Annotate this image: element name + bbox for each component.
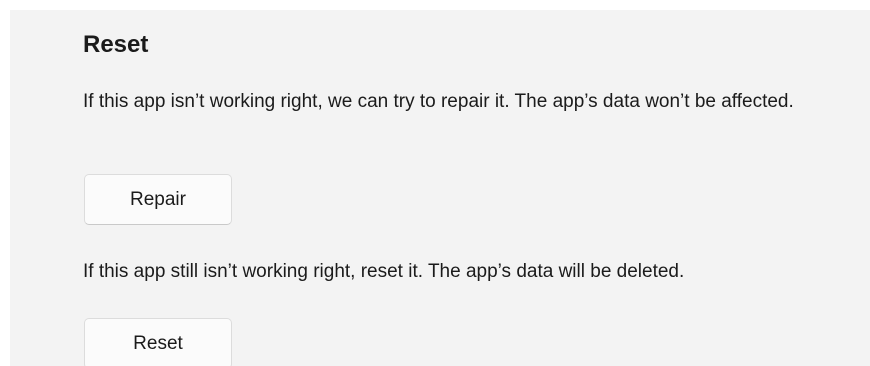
repair-button[interactable]: Repair — [84, 174, 232, 225]
reset-description: If this app still isn’t working right, r… — [83, 261, 685, 282]
section-title: Reset — [83, 31, 149, 58]
repair-description: If this app isn’t working right, we can … — [83, 91, 794, 112]
reset-settings-panel: Reset If this app isn’t working right, w… — [10, 10, 870, 366]
reset-button[interactable]: Reset — [84, 318, 232, 366]
